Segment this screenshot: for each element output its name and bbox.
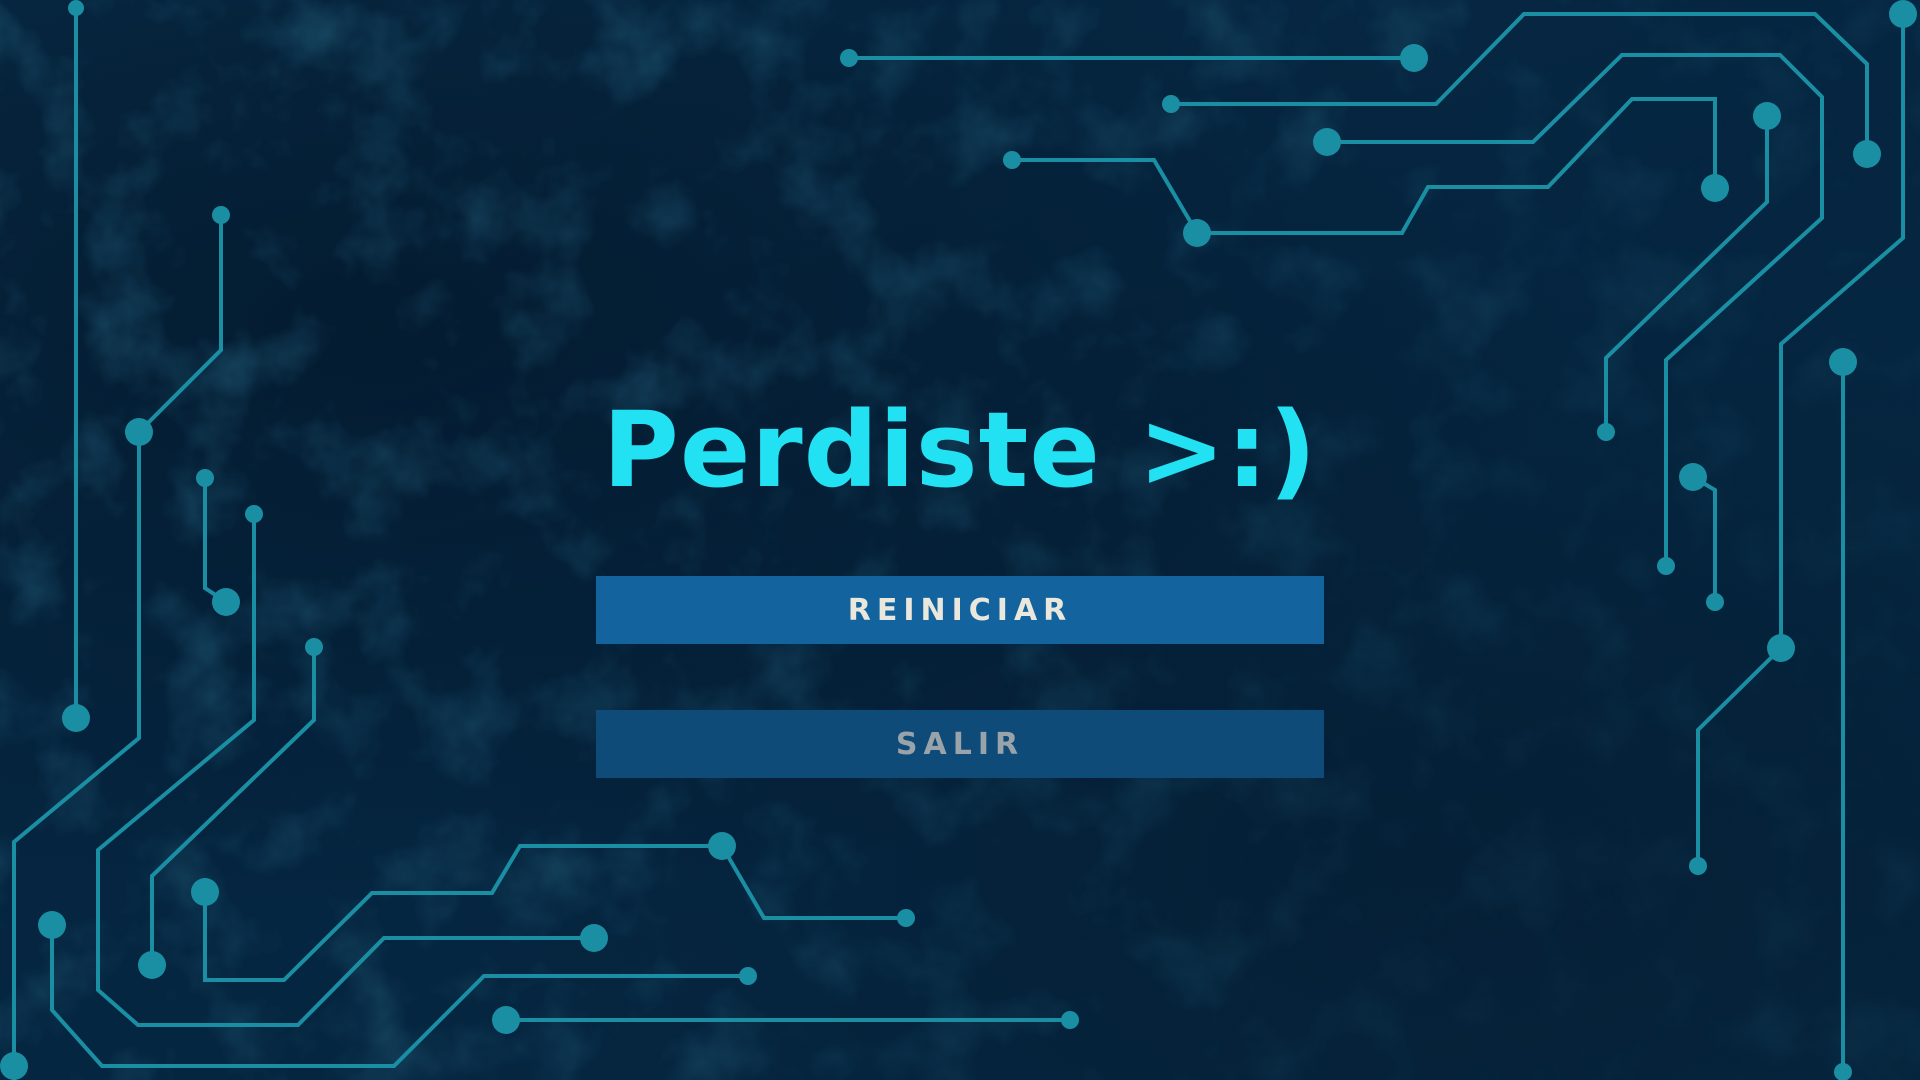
exit-button-label: SALIR — [895, 726, 1025, 762]
exit-button[interactable]: SALIR — [596, 710, 1324, 778]
circuit-nodes — [0, 0, 1917, 1080]
restart-button-label: REINICIAR — [847, 592, 1073, 628]
circuit-traces-right — [849, 12, 1905, 1072]
game-over-title: Perdiste >:) — [602, 389, 1318, 511]
restart-button[interactable]: REINICIAR — [596, 576, 1324, 644]
game-over-screen: Perdiste >:) REINICIAR SALIR — [0, 0, 1920, 1080]
circuit-decoration — [0, 0, 1917, 1080]
